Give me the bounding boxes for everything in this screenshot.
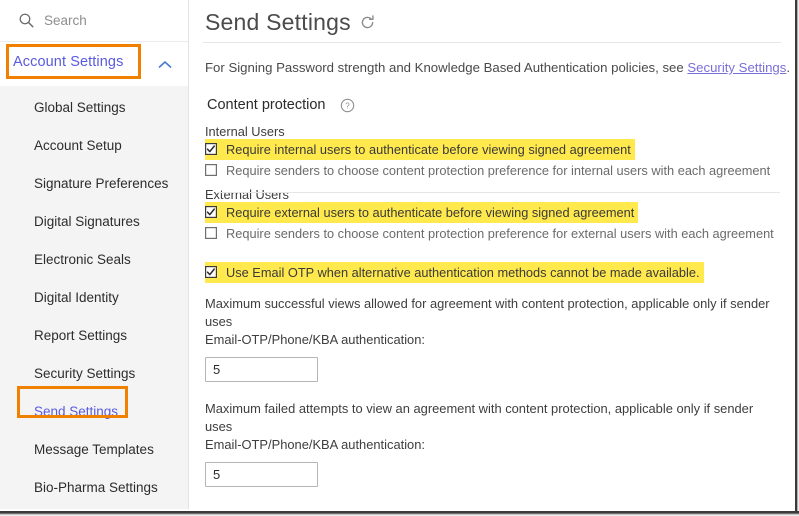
sidebar-item-digital-identity[interactable]: Digital Identity (0, 278, 188, 316)
sidebar-item-label: Bio-Pharma Settings (34, 479, 158, 495)
content-protection-header: Content protection ? (204, 92, 795, 193)
sidebar-item-account-setup[interactable]: Account Setup (0, 126, 188, 164)
search-placeholder: Search (44, 13, 87, 28)
svg-text:?: ? (345, 101, 350, 110)
sidebar-item-signature-preferences[interactable]: Signature Preferences (0, 164, 188, 202)
checkbox-label: Require external users to authenticate b… (226, 205, 635, 220)
search-input[interactable]: Search (0, 0, 188, 42)
window-edge-right (795, 0, 799, 516)
sidebar-item-message-templates[interactable]: Message Templates (0, 430, 188, 468)
app-window: Search Account Settings Global Settings … (0, 0, 799, 516)
checkbox-label: Require senders to choose content protec… (226, 163, 771, 178)
sidebar-item-label: Digital Identity (34, 289, 119, 305)
sidebar-item-account-settings[interactable]: Account Settings (0, 42, 188, 86)
sidebar: Search Account Settings Global Settings … (0, 0, 189, 509)
sidebar-item-label: Message Templates (34, 441, 154, 457)
window-edge-bottom (0, 511, 799, 516)
checkbox-label: Require senders to choose content protec… (226, 226, 774, 241)
sidebar-item-label: Signature Preferences (34, 175, 169, 191)
sidebar-item-label: Security Settings (34, 365, 136, 381)
checkbox-checked-icon[interactable] (205, 206, 217, 218)
sidebar-item-label: Global Settings (34, 99, 126, 115)
main-content: Send Settings For Signing Password stren… (190, 0, 795, 509)
max-successful-views-input[interactable] (205, 357, 318, 382)
question-circle-icon[interactable]: ? (326, 98, 355, 113)
intro-text-before: For Signing Password strength and Knowle… (205, 60, 688, 75)
max-failed-attempts-label-line1: Maximum failed attempts to view an agree… (205, 401, 754, 434)
sidebar-item-digital-signatures[interactable]: Digital Signatures (0, 202, 188, 240)
sidebar-item-electronic-seals[interactable]: Electronic Seals (0, 240, 188, 278)
sidebar-item-label: Digital Signatures (34, 213, 140, 229)
search-icon (18, 12, 35, 29)
checkbox-row-external-sender-choice[interactable]: Require senders to choose content protec… (205, 223, 778, 244)
sidebar-item-label: Account Settings (13, 54, 124, 70)
page-header: Send Settings (190, 0, 795, 36)
max-failed-attempts-input[interactable] (205, 462, 318, 487)
sidebar-item-bio-pharma-settings[interactable]: Bio-Pharma Settings (0, 468, 188, 506)
checkbox-unchecked-icon[interactable] (205, 227, 217, 239)
max-failed-attempts-label-line2: Email-OTP/Phone/KBA authentication: (205, 437, 425, 452)
internal-users-subheading: Internal Users (205, 124, 285, 139)
section-heading: Content protection (207, 97, 326, 113)
refresh-icon[interactable] (351, 14, 376, 31)
checkbox-label: Require internal users to authenticate b… (226, 142, 631, 157)
sidebar-item-label: Account Setup (34, 137, 122, 153)
sidebar-item-label: Electronic Seals (34, 251, 131, 267)
checkbox-row-email-otp[interactable]: Use Email OTP when alternative authentic… (205, 262, 704, 283)
max-successful-views-label-line1: Maximum successful views allowed for agr… (205, 296, 770, 329)
checkbox-checked-icon[interactable] (205, 266, 217, 278)
sidebar-item-security-settings[interactable]: Security Settings (0, 354, 188, 392)
checkbox-row-internal-sender-choice[interactable]: Require senders to choose content protec… (205, 160, 774, 181)
sidebar-item-global-settings[interactable]: Global Settings (0, 88, 188, 126)
sidebar-nav-list: Global Settings Account Setup Signature … (0, 86, 188, 506)
external-users-subheading: External Users (205, 187, 289, 202)
security-settings-link[interactable]: Security Settings (687, 60, 786, 75)
sidebar-item-label: Send Settings (34, 403, 119, 419)
max-successful-views-label-line2: Email-OTP/Phone/KBA authentication: (205, 332, 425, 347)
intro-text-after: . (786, 60, 790, 75)
sidebar-item-send-settings[interactable]: Send Settings (0, 392, 188, 430)
checkbox-label: Use Email OTP when alternative authentic… (226, 265, 700, 280)
sidebar-item-report-settings[interactable]: Report Settings (0, 316, 188, 354)
checkbox-unchecked-icon[interactable] (205, 164, 217, 176)
checkbox-checked-icon[interactable] (205, 143, 217, 155)
checkbox-row-external-authenticate[interactable]: Require external users to authenticate b… (205, 202, 639, 223)
intro-text: For Signing Password strength and Knowle… (190, 43, 795, 76)
page-title: Send Settings (205, 8, 351, 35)
checkbox-row-internal-authenticate[interactable]: Require internal users to authenticate b… (205, 139, 635, 160)
section-divider (218, 192, 780, 193)
sidebar-item-label: Report Settings (34, 327, 128, 343)
